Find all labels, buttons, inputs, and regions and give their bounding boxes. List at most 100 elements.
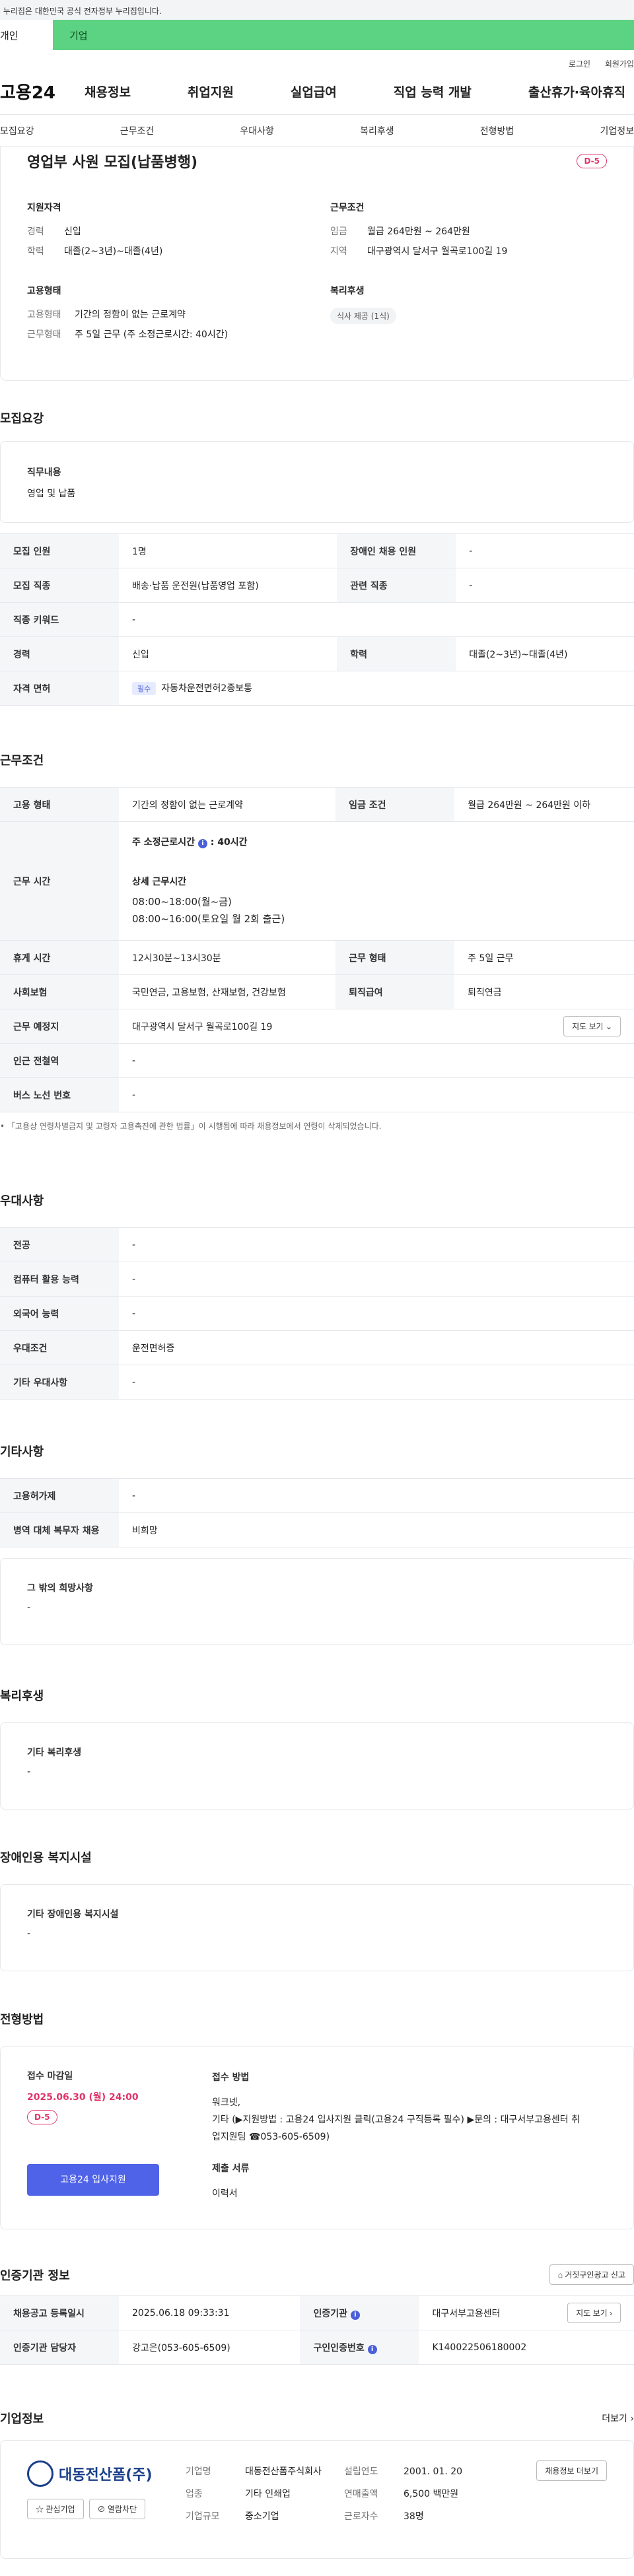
row-value: 운전면허증 bbox=[119, 1330, 634, 1365]
nav-employment-support[interactable]: 취업지원 bbox=[188, 83, 234, 100]
etc-title: 기타사항 bbox=[0, 1445, 44, 1459]
emp-form-value: 주 5일 근무 (주 소정근로시간: 40시간) bbox=[75, 329, 229, 340]
nav-unemployment-benefit[interactable]: 실업급여 bbox=[291, 83, 337, 100]
anchor-recruit[interactable]: 모집요강 bbox=[0, 124, 34, 137]
map-button[interactable]: 지도 보기 ⌄ bbox=[563, 1016, 621, 1036]
row-value: - bbox=[119, 602, 634, 637]
row-label: 모집 인원 bbox=[0, 533, 119, 568]
login-link[interactable]: 로그인 bbox=[569, 59, 590, 69]
required-badge: 필수 bbox=[132, 682, 157, 695]
company-more-link[interactable]: 더보기 › bbox=[602, 2412, 634, 2425]
deadline-value: 2025.06.30 (월) 24:00 bbox=[27, 2092, 139, 2103]
company-more-label: 더보기 bbox=[602, 2414, 627, 2424]
age-note: • 「고용상 연령차별금지 및 고령자 고용촉진에 관한 법률」이 시행됨에 따… bbox=[0, 1122, 382, 1131]
summary-welfare: 복리후생 식사 제공 (1식) bbox=[330, 284, 607, 347]
work-table: 고용 형태 기간의 정함이 없는 근로계약 임금 조건 월급 264만원 ~ 2… bbox=[0, 787, 634, 1112]
row-label: 사회보험 bbox=[0, 974, 119, 1009]
row-value: 1명 bbox=[119, 533, 337, 568]
anchor-work[interactable]: 근무조건 bbox=[120, 124, 155, 137]
apply-button[interactable]: 고용24 입사지원 bbox=[27, 2164, 159, 2196]
site-tabs: 개인 기업 bbox=[0, 20, 634, 50]
deadline-col: 접수 마감일 2025.06.30 (월) 24:00 D-5 고용24 입사지… bbox=[27, 2069, 212, 2206]
main-nav: 고용24 채용정보 취업지원 실업급여 직업 능력 개발 출산휴가·육아휴직 bbox=[0, 69, 634, 115]
anchor-welfare[interactable]: 복리후생 bbox=[360, 124, 394, 137]
info-icon[interactable]: i bbox=[197, 838, 207, 848]
row-value: - bbox=[119, 1478, 634, 1513]
cert-org-value: 대구서부고용센터 bbox=[432, 2308, 501, 2319]
recruit-title: 모집요강 bbox=[0, 412, 44, 426]
welfare-box-heading: 기타 복리후생 bbox=[27, 1747, 82, 1758]
emp-type-label: 고용형태 bbox=[27, 310, 61, 320]
recruit-section: 모집요강 직무내용 영업 및 납품 모집 인원 1명 장애인 채용 인원 - 모… bbox=[0, 409, 634, 706]
cert-org-label: 인증기관 bbox=[313, 2308, 347, 2319]
company-info-col1: 기업명 대동전산폼주식회사 업종 기타 인쇄업 기업규모 중소기업 bbox=[186, 2460, 344, 2538]
duty-heading: 직무내용 bbox=[27, 467, 61, 478]
anchor-pref[interactable]: 우대사항 bbox=[240, 124, 274, 137]
job-posting-page: 이 누리집은 대한민국 공식 전자정부 누리집입니다. 개인 기업 로그인 회원… bbox=[0, 0, 634, 2576]
row-label: 근무 시간 bbox=[0, 821, 119, 941]
company-name-label: 기업명 bbox=[186, 2466, 211, 2477]
job-title: 영업부 사원 모집(납품병행) bbox=[27, 154, 198, 171]
report-button[interactable]: ⌂ 거짓구인광고 신고 bbox=[549, 2264, 634, 2285]
block-button[interactable]: ⊘ 열람차단 bbox=[88, 2499, 146, 2519]
row-label: 휴게 시간 bbox=[0, 940, 119, 975]
tab-personal[interactable]: 개인 bbox=[0, 20, 53, 50]
anchor-process[interactable]: 전형방법 bbox=[480, 124, 514, 137]
welfare-chip: 식사 제공 (1식) bbox=[330, 308, 396, 324]
cond-region-label: 지역 bbox=[330, 246, 347, 257]
row-label: 채용공고 등록일시 bbox=[0, 2295, 119, 2330]
company-info-col2: 설립연도 2001. 01. 20 연매출액 6,500 백만원 근로자수 38명 bbox=[344, 2460, 503, 2538]
nav-vocational-training[interactable]: 직업 능력 개발 bbox=[394, 83, 472, 100]
company-size-value: 중소기업 bbox=[245, 2511, 279, 2522]
row-label: 인근 전철역 bbox=[0, 1043, 119, 1078]
company-logo-mark bbox=[27, 2460, 53, 2487]
anchor-company[interactable]: 기업정보 bbox=[600, 124, 634, 137]
row-label: 자격 면허 bbox=[0, 671, 119, 706]
company-jobs-button[interactable]: 채용정보 더보기 bbox=[536, 2460, 607, 2481]
company-staff-value: 38명 bbox=[404, 2511, 424, 2522]
disabled-title: 장애인용 복지시설 bbox=[0, 1851, 92, 1865]
recruit-table: 모집 인원 1명 장애인 채용 인원 - 모집 직종 배송·납품 운전원(납품영… bbox=[0, 533, 634, 706]
info-icon[interactable]: i bbox=[350, 2310, 360, 2320]
work-title: 근무조건 bbox=[0, 754, 44, 768]
cert-table: 채용공고 등록일시 2025.06.18 09:33:31 인증기관 i 대구서… bbox=[0, 2295, 634, 2365]
tab-business[interactable]: 기업 bbox=[53, 20, 634, 50]
nav-parental-leave[interactable]: 출산휴가·육아휴직 bbox=[528, 83, 625, 100]
company-industry-label: 업종 bbox=[186, 2489, 203, 2499]
row-label: 모집 직종 bbox=[0, 568, 119, 603]
signup-link[interactable]: 회원가입 bbox=[605, 59, 634, 69]
disabled-box-heading: 기타 장애인용 복지시설 bbox=[27, 1909, 119, 1920]
method-line: 업지원팀 ☎053-605-6509) bbox=[212, 2132, 330, 2142]
summary-cond: 근무조건 임금 월급 264만원 ~ 264만원 지역 대구광역시 달서구 월곡로1… bbox=[330, 201, 607, 264]
fav-company-button[interactable]: ☆ 관심기업 bbox=[27, 2499, 84, 2519]
cert-org-cell: 대구서부고용센터 지도 보기 › bbox=[419, 2295, 634, 2330]
pref-section: 우대사항 전공 - 컴퓨터 활용 능력 - 외국어 능력 - 우대조건 운전면허증 기타… bbox=[0, 1192, 634, 1400]
place-cell: 대구광역시 달서구 월곡로100길 19 지도 보기 ⌄ bbox=[119, 1009, 634, 1044]
pref-table: 전공 - 컴퓨터 활용 능력 - 외국어 능력 - 우대조건 운전면허증 기타 우대사항… bbox=[0, 1227, 634, 1400]
company-staff-label: 근로자수 bbox=[344, 2511, 378, 2522]
etc-table: 고용허가제 - 병역 대체 복무자 채용 비희망 bbox=[0, 1478, 634, 1547]
method-line: 워크넷, bbox=[212, 2097, 241, 2108]
nav-jobs[interactable]: 채용정보 bbox=[85, 83, 131, 100]
method-line: 기타 (▶지원방법 : 고용24 입사지원 클릭(고용24 구직등록 필수) ▶… bbox=[212, 2115, 580, 2125]
info-icon[interactable]: i bbox=[367, 2344, 377, 2354]
emp-type-value: 기간의 정함이 없는 근로계약 bbox=[75, 310, 186, 320]
row-label: 퇴직급여 bbox=[335, 974, 455, 1009]
row-value: 12시30분~13시30분 bbox=[119, 940, 336, 975]
anchor-tabs: 모집요강 근무조건 우대사항 복리후생 전형방법 기업정보 bbox=[0, 115, 634, 147]
row-value: 신입 bbox=[119, 636, 337, 671]
welfare-box-value: - bbox=[27, 1767, 31, 1777]
hours-cell: 주 소정근로시간 i : 40시간 상세 근무시간 08:00~18:00(월~… bbox=[119, 821, 634, 941]
emp-form-label: 근무형태 bbox=[27, 329, 61, 340]
row-label: 컴퓨터 활용 능력 bbox=[0, 1262, 119, 1297]
row-label: 기타 우대사항 bbox=[0, 1365, 119, 1400]
hours-detail-2: 08:00~16:00(토요일 월 2회 출근) bbox=[132, 912, 285, 925]
duty-box: 직무내용 영업 및 납품 bbox=[0, 441, 634, 523]
qualify-edu-label: 학력 bbox=[27, 246, 44, 257]
row-label: 우대조건 bbox=[0, 1330, 119, 1365]
logo[interactable]: 고용24 bbox=[0, 79, 85, 104]
cert-map-button[interactable]: 지도 보기 › bbox=[567, 2303, 621, 2323]
row-label: 외국어 능력 bbox=[0, 1296, 119, 1331]
row-value: 퇴직연금 bbox=[454, 974, 634, 1009]
row-value: 월급 264만원 ~ 264만원 이하 bbox=[454, 787, 634, 822]
